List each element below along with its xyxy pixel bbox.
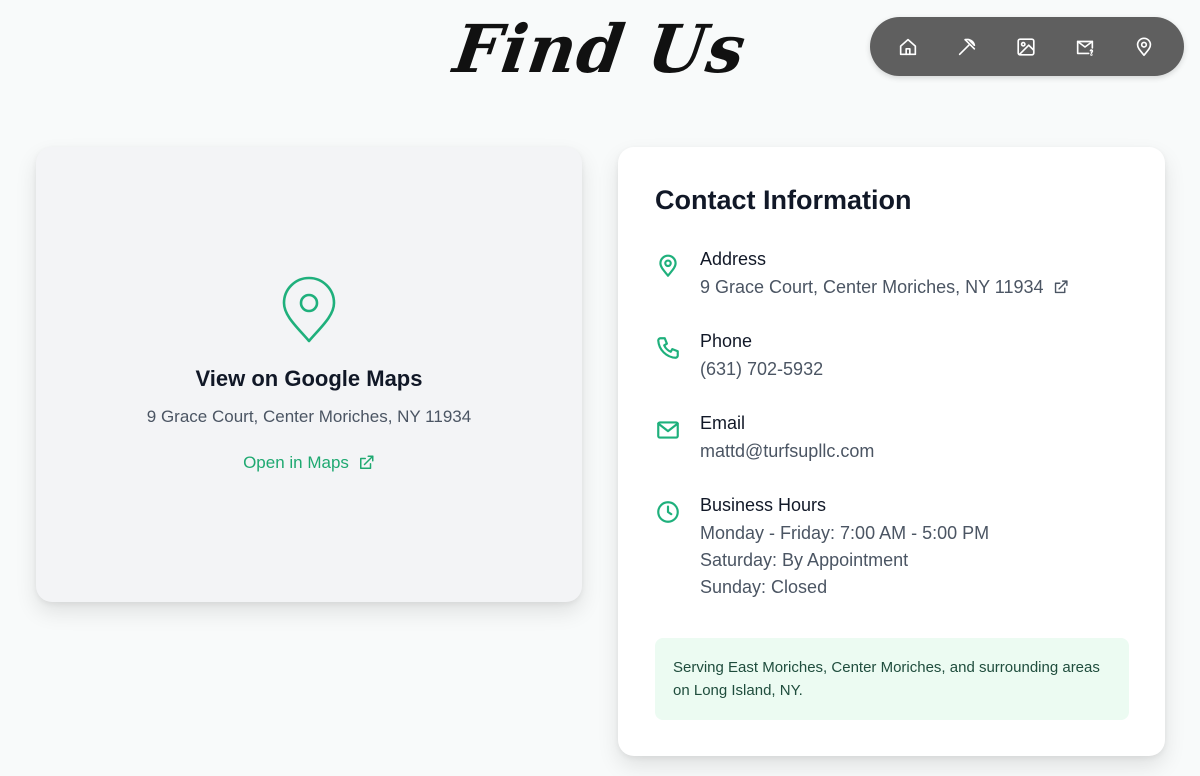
- nav-find-us-button[interactable]: [1132, 35, 1156, 59]
- hours-saturday: Saturday: By Appointment: [700, 550, 909, 570]
- open-in-maps-label: Open in Maps: [243, 453, 349, 472]
- clock-icon: [655, 499, 683, 527]
- home-icon: [899, 38, 917, 55]
- contact-card: Contact Information Address 9 Grace Cour…: [618, 147, 1165, 756]
- map-heading: View on Google Maps: [195, 366, 423, 391]
- email-label: Email: [700, 413, 746, 433]
- address-link[interactable]: 9 Grace Court, Center Moriches, NY 11934: [700, 277, 1069, 298]
- top-nav: [870, 17, 1184, 76]
- map-card[interactable]: View on Google Maps 9 Grace Court, Cente…: [36, 147, 582, 602]
- service-area-note: Serving East Moriches, Center Moriches, …: [655, 638, 1129, 720]
- phone-link[interactable]: (631) 702-5932: [700, 359, 823, 380]
- address-value: 9 Grace Court, Center Moriches, NY 11934: [700, 277, 1044, 297]
- email-link[interactable]: mattd@turfsupllc.com: [700, 441, 874, 462]
- map-pin-icon: [279, 275, 339, 345]
- phone-label: Phone: [700, 331, 753, 351]
- phone-row: Phone (631) 702-5932: [655, 331, 1135, 391]
- map-pin-icon: [655, 253, 683, 281]
- email-value: mattd@turfsupllc.com: [700, 441, 875, 461]
- phone-value: (631) 702-5932: [700, 359, 824, 379]
- nav-home-button[interactable]: [896, 35, 920, 59]
- hours-sunday: Sunday: Closed: [700, 577, 828, 597]
- pickaxe-icon: [958, 38, 976, 55]
- address-row: Address 9 Grace Court, Center Moriches, …: [655, 249, 1135, 309]
- nav-services-button[interactable]: [955, 35, 979, 59]
- nav-gallery-button[interactable]: [1014, 35, 1038, 59]
- external-link-icon: [359, 455, 374, 469]
- contact-title: Contact Information: [655, 185, 912, 215]
- mail-question-icon: [1076, 40, 1094, 56]
- map-address: 9 Grace Court, Center Moriches, NY 11934: [146, 407, 472, 426]
- address-label: Address: [700, 249, 767, 269]
- hours-weekday: Monday - Friday: 7:00 AM - 5:00 PM: [700, 523, 990, 543]
- hours-row: Business Hours Monday - Friday: 7:00 AM …: [655, 495, 1135, 605]
- hours-label: Business Hours: [700, 495, 827, 515]
- phone-icon: [655, 335, 683, 363]
- external-link-icon: [1054, 280, 1068, 294]
- nav-contact-button[interactable]: [1073, 35, 1097, 59]
- map-pin-icon: [1136, 36, 1152, 56]
- image-icon: [1017, 37, 1035, 56]
- email-row: Email mattd@turfsupllc.com: [655, 413, 1135, 473]
- open-in-maps-link[interactable]: Open in Maps: [36, 453, 582, 473]
- mail-icon: [655, 417, 683, 445]
